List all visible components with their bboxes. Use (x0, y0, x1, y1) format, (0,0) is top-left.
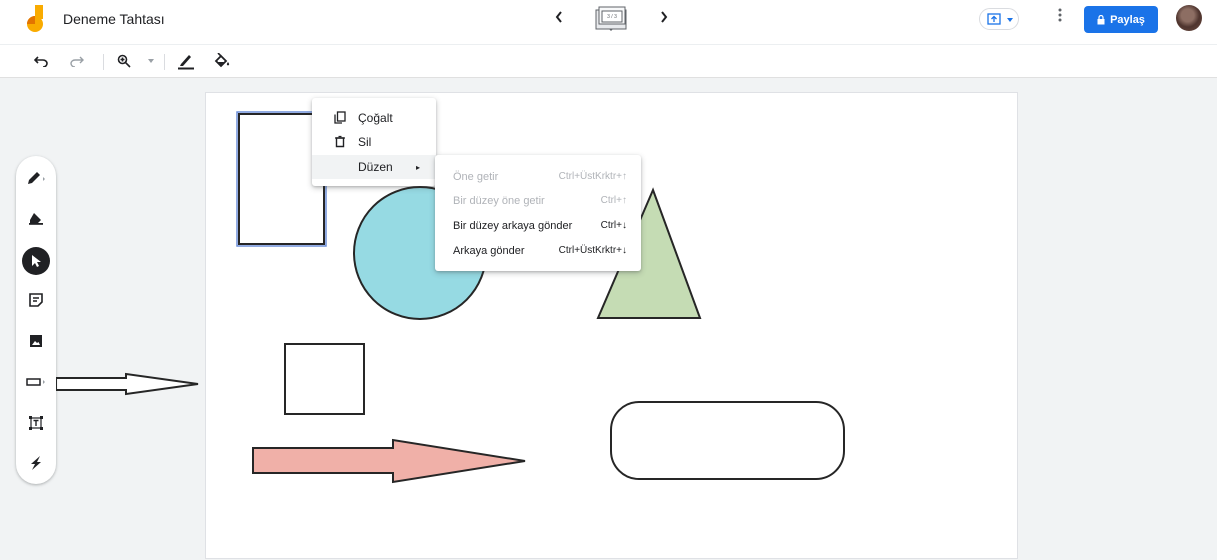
submenu-item-send-to-back[interactable]: Arkaya gönder Ctrl+ÜstKrktr+↓ (435, 238, 641, 263)
submenu-item-bring-to-front[interactable]: Öne getir Ctrl+ÜstKrktr+↑ (435, 164, 641, 189)
arrange-submenu: Öne getir Ctrl+ÜstKrktr+↑ Bir düzey öne … (435, 155, 641, 271)
laser-icon (31, 456, 41, 470)
fill-bucket-icon (214, 53, 230, 68)
pen-icon (28, 172, 45, 184)
select-tool[interactable] (22, 247, 50, 275)
rounded-rectangle-shape[interactable] (610, 401, 845, 480)
sticky-note-icon (29, 293, 43, 307)
fill-color-button[interactable] (211, 51, 233, 71)
dropdown-arrow-icon (148, 59, 154, 63)
square-shape[interactable] (284, 343, 365, 415)
text-box-tool[interactable] (22, 409, 50, 437)
toolbar-divider (103, 54, 104, 70)
menu-item-delete[interactable]: Sil (312, 130, 436, 154)
zoom-in-icon (117, 54, 131, 68)
zoom-dropdown[interactable] (146, 51, 156, 71)
image-tool[interactable] (22, 327, 50, 355)
menu-item-label: Sil (358, 135, 372, 149)
zoom-button[interactable] (115, 51, 133, 71)
sticky-note-tool[interactable] (22, 286, 50, 314)
shape-tool[interactable] (22, 368, 50, 396)
share-button[interactable]: Paylaş (1084, 6, 1158, 33)
redo-button[interactable] (68, 51, 86, 71)
submenu-item-shortcut: Ctrl+↑ (600, 195, 627, 206)
top-bar: Deneme Tahtası 3 / 3 Paylaş (0, 0, 1217, 44)
more-options-button[interactable] (1058, 8, 1062, 27)
more-vert-icon (1058, 8, 1062, 22)
pen-color-icon (178, 55, 194, 70)
menu-item-label: Düzen (358, 160, 393, 174)
toolbar-divider (164, 54, 165, 70)
tool-panel (16, 156, 56, 484)
pen-color-button[interactable] (175, 51, 197, 71)
submenu-item-send-backward[interactable]: Bir düzey arkaya gönder Ctrl+↓ (435, 213, 641, 238)
dropdown-arrow-icon (1007, 18, 1013, 22)
duplicate-icon (334, 111, 346, 124)
pen-tool[interactable] (22, 164, 50, 192)
menu-item-label: Çoğalt (358, 111, 393, 125)
present-icon (987, 13, 1001, 25)
next-frame-button[interactable] (659, 10, 669, 28)
chevron-left-icon (555, 11, 562, 23)
pink-arrow-shape[interactable] (252, 438, 526, 484)
image-icon (30, 335, 42, 347)
undo-button[interactable] (32, 51, 50, 71)
frame-bar-button[interactable]: 3 / 3 (592, 5, 630, 32)
redo-icon (70, 56, 84, 67)
submenu-item-label: Öne getir (453, 170, 499, 183)
laser-tool[interactable] (22, 449, 50, 477)
lock-icon (1097, 14, 1105, 24)
previous-frame-button[interactable] (554, 10, 564, 28)
delete-icon (335, 135, 345, 148)
text-box-icon (29, 416, 43, 430)
present-button[interactable] (979, 8, 1019, 30)
submenu-item-label: Bir düzey öne getir (453, 194, 545, 207)
frame-counter: 3 / 3 (607, 14, 617, 20)
submenu-item-shortcut: Ctrl+ÜstKrktr+↓ (558, 245, 627, 256)
submenu-item-bring-forward[interactable]: Bir düzey öne getir Ctrl+↑ (435, 188, 641, 213)
eraser-icon (29, 213, 43, 225)
menu-item-arrange[interactable]: Düzen ▸ (312, 155, 436, 179)
eraser-tool[interactable] (22, 204, 50, 232)
cursor-icon (32, 255, 41, 267)
rectangle-icon (26, 378, 45, 386)
board-title[interactable]: Deneme Tahtası (63, 11, 165, 27)
chevron-right-icon (661, 11, 668, 23)
submenu-item-label: Bir düzey arkaya gönder (453, 219, 573, 232)
submenu-arrow-icon: ▸ (416, 162, 421, 172)
edit-toolbar (0, 44, 1217, 78)
context-menu: Çoğalt Sil Düzen ▸ (312, 98, 436, 186)
jamboard-logo-icon[interactable] (24, 4, 48, 34)
submenu-item-shortcut: Ctrl+↓ (600, 220, 627, 231)
undo-icon (34, 56, 48, 67)
submenu-item-shortcut: Ctrl+ÜstKrktr+↑ (558, 171, 627, 182)
menu-item-duplicate[interactable]: Çoğalt (312, 106, 436, 130)
submenu-item-label: Arkaya gönder (453, 244, 525, 257)
hollow-arrow-shape[interactable] (54, 372, 204, 396)
account-avatar[interactable] (1176, 5, 1202, 31)
share-label: Paylaş (1110, 13, 1145, 26)
